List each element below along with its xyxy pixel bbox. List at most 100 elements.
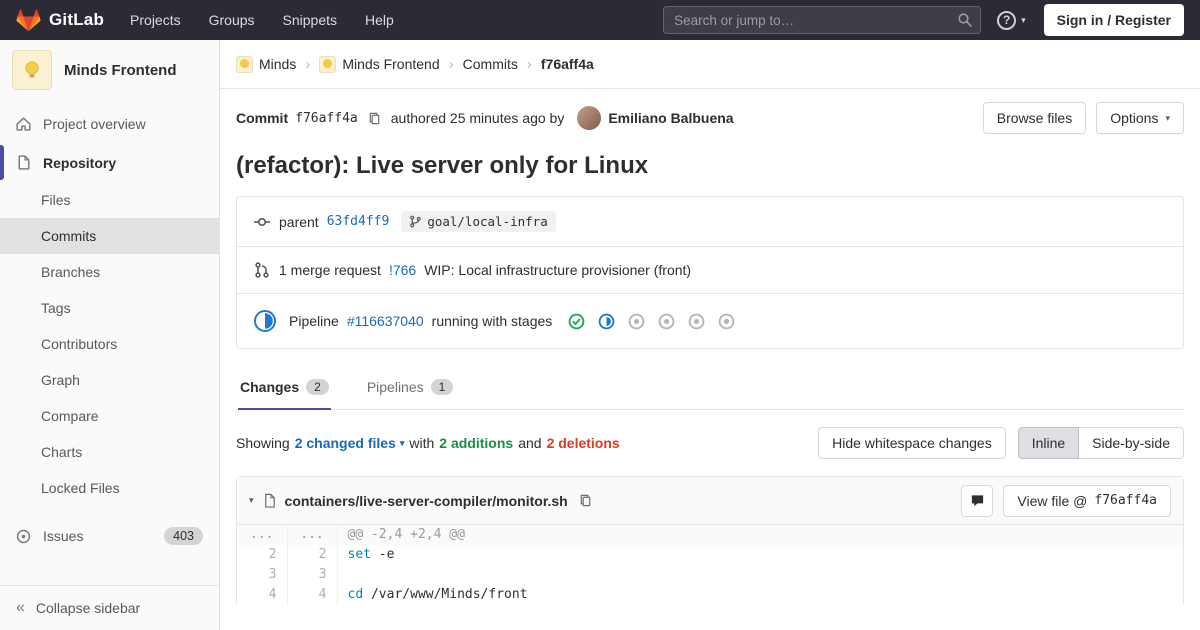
diff-old-line-number[interactable]: 3 xyxy=(237,565,287,585)
pipeline-stage-created[interactable] xyxy=(688,313,705,330)
commit-label: Commit xyxy=(236,110,288,126)
diff-line-content: cd /var/www/Minds/front xyxy=(337,585,1183,605)
sidebar-item-issues[interactable]: Issues 403 xyxy=(0,516,219,556)
diff-new-line-number[interactable]: 4 xyxy=(287,585,337,605)
copy-file-path-button[interactable] xyxy=(576,493,595,508)
collapse-diff-caret-icon[interactable]: ▾ xyxy=(249,495,254,506)
copy-sha-button[interactable] xyxy=(365,111,384,126)
commit-sha: f76aff4a xyxy=(295,111,358,126)
inline-view-button[interactable]: Inline xyxy=(1018,427,1079,459)
sidebar-item-branches[interactable]: Branches xyxy=(0,254,219,290)
diff-old-line-number[interactable]: 2 xyxy=(237,545,287,565)
diff-table: ......@@ -2,4 +2,4 @@22set -e33 44cd /va… xyxy=(237,525,1183,605)
pipeline-stage-running[interactable] xyxy=(598,313,615,330)
parent-sha-link[interactable]: 63fd4ff9 xyxy=(327,214,390,229)
browse-files-button[interactable]: Browse files xyxy=(983,102,1086,134)
diff-code-row: 33 xyxy=(237,565,1183,585)
sidebar-item-contributors[interactable]: Contributors xyxy=(0,326,219,362)
tab-changes[interactable]: Changes2 xyxy=(238,365,331,409)
view-file-button[interactable]: View file @ f76aff4a xyxy=(1003,485,1171,517)
project-mini-avatar xyxy=(236,56,253,73)
gitlab-home-link[interactable]: GitLab xyxy=(16,8,104,32)
pipeline-stage-created[interactable] xyxy=(628,313,645,330)
navbar-item-snippets[interactable]: Snippets xyxy=(283,12,337,28)
mr-link[interactable]: !766 xyxy=(389,262,416,278)
top-navbar: GitLab Projects Groups Snippets Help ? ▾ Si… xyxy=(0,0,1200,40)
sidebar-item-repository[interactable]: Repository xyxy=(0,143,219,182)
breadcrumb-item-minds-frontend[interactable]: Minds Frontend xyxy=(319,56,439,73)
pipeline-stage-created[interactable] xyxy=(658,313,675,330)
status-created-icon xyxy=(718,313,735,330)
comment-icon xyxy=(970,493,985,508)
breadcrumb-item-minds[interactable]: Minds xyxy=(236,56,296,73)
collapse-label: Collapse sidebar xyxy=(36,600,140,616)
sidebar-item-label: Project overview xyxy=(43,116,146,132)
sidebar-item-charts[interactable]: Charts xyxy=(0,434,219,470)
tab-pipelines[interactable]: Pipelines1 xyxy=(365,365,456,409)
commit-tabs: Changes2 Pipelines1 xyxy=(236,365,1184,410)
diff-old-line-number[interactable]: 4 xyxy=(237,585,287,605)
additions-count: 2 additions xyxy=(439,435,513,451)
commit-icon xyxy=(253,213,271,231)
diff-line-content: set -e xyxy=(337,545,1183,565)
diff-mode-button-group: Inline Side-by-side xyxy=(1018,427,1184,459)
commit-title: (refactor): Live server only for Linux xyxy=(236,152,1184,180)
sidebar-project-link[interactable]: Minds Frontend xyxy=(0,40,219,100)
tab-count-badge: 2 xyxy=(306,379,329,395)
toggle-comments-button[interactable] xyxy=(961,485,993,517)
repository-icon xyxy=(15,154,32,171)
hide-whitespace-button[interactable]: Hide whitespace changes xyxy=(818,427,1006,459)
status-success-icon xyxy=(568,313,585,330)
breadcrumb-item-commits[interactable]: Commits xyxy=(463,56,518,72)
deletions-count: 2 deletions xyxy=(547,435,620,451)
navbar-item-projects[interactable]: Projects xyxy=(130,12,181,28)
diff-new-line-number[interactable]: ... xyxy=(287,525,337,545)
sidebar-item-tags[interactable]: Tags xyxy=(0,290,219,326)
diff-file-path: containers/live-server-compiler/monitor.… xyxy=(285,493,568,509)
breadcrumb-label: Minds Frontend xyxy=(342,56,439,72)
diff-new-line-number[interactable]: 2 xyxy=(287,545,337,565)
search-input[interactable] xyxy=(663,6,981,34)
pipeline-mini-graph xyxy=(568,313,735,330)
commit-info-box: parent 63fd4ff9 goal/local-infra xyxy=(236,196,1184,349)
with-label: with xyxy=(409,435,434,451)
navbar-item-groups[interactable]: Groups xyxy=(209,12,255,28)
side-by-side-view-button[interactable]: Side-by-side xyxy=(1078,427,1184,459)
diff-old-line-number[interactable]: ... xyxy=(237,525,287,545)
author-name-link[interactable]: Emiliano Balbuena xyxy=(608,110,733,126)
diff-file-actions: View file @ f76aff4a xyxy=(961,485,1171,517)
lightbulb-icon xyxy=(21,59,43,81)
sidebar-item-commits[interactable]: Commits xyxy=(0,218,219,254)
breadcrumb-label: Commits xyxy=(463,56,518,72)
options-dropdown-button[interactable]: Options ▾ xyxy=(1096,102,1184,134)
sidebar-item-files[interactable]: Files xyxy=(0,182,219,218)
pipeline-stage-success[interactable] xyxy=(568,313,585,330)
project-name: Minds Frontend xyxy=(64,62,177,79)
pipeline-stage-created[interactable] xyxy=(718,313,735,330)
help-dropdown[interactable]: ? ▾ xyxy=(997,11,1026,30)
breadcrumb-current: f76aff4a xyxy=(541,56,594,72)
navbar-item-help[interactable]: Help xyxy=(365,12,394,28)
pipeline-running-icon[interactable] xyxy=(253,309,277,333)
sidebar-item-locked-files[interactable]: Locked Files xyxy=(0,470,219,506)
sidebar-item-graph[interactable]: Graph xyxy=(0,362,219,398)
commit-actions: Browse files Options ▾ xyxy=(983,102,1184,134)
branch-icon xyxy=(409,215,422,228)
view-file-label: View file @ xyxy=(1017,493,1087,509)
mr-count-text: 1 merge request xyxy=(279,262,381,278)
pipeline-id-link[interactable]: #116637040 xyxy=(347,313,424,329)
caret-down-icon: ▾ xyxy=(400,438,405,449)
parent-commit-row: parent 63fd4ff9 goal/local-infra xyxy=(237,197,1183,247)
author-avatar xyxy=(577,106,601,130)
showing-label: Showing xyxy=(236,435,290,451)
sidebar-item-project-overview[interactable]: Project overview xyxy=(0,104,219,143)
ref-badge[interactable]: goal/local-infra xyxy=(401,211,555,232)
project-sidebar: Minds Frontend Project overview Reposito… xyxy=(0,40,220,630)
diff-new-line-number[interactable]: 3 xyxy=(287,565,337,585)
changed-files-dropdown[interactable]: 2 changed files ▾ xyxy=(295,435,405,451)
sidebar-item-compare[interactable]: Compare xyxy=(0,398,219,434)
collapse-icon: « xyxy=(16,600,25,616)
copy-icon xyxy=(367,111,382,126)
collapse-sidebar-button[interactable]: « Collapse sidebar xyxy=(0,585,219,630)
sign-in-button[interactable]: Sign in / Register xyxy=(1044,4,1184,36)
